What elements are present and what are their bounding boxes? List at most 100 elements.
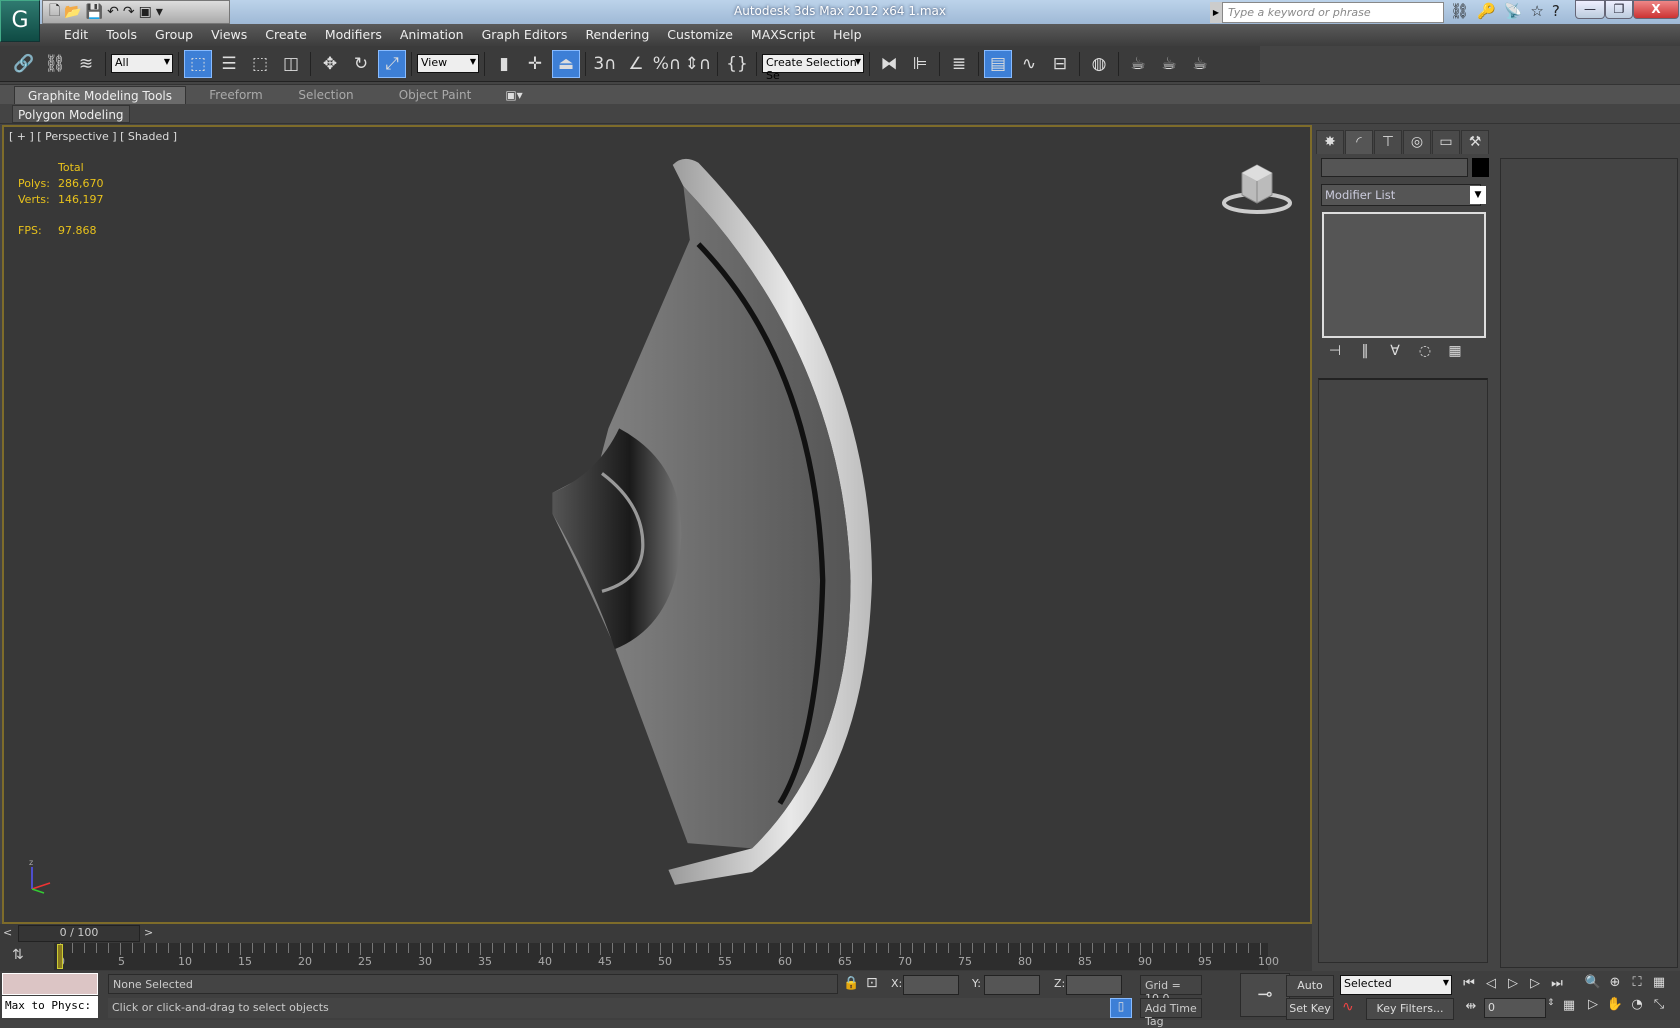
star-icon[interactable]: ☆ xyxy=(1530,2,1543,20)
dropdown-icon[interactable]: ▾ xyxy=(156,4,163,20)
set-key-icon[interactable]: ⊸ xyxy=(1240,973,1290,1017)
restore-button[interactable]: ❐ xyxy=(1605,0,1633,19)
satellite-icon[interactable]: 📡 xyxy=(1504,2,1523,20)
reference-coordinate-dropdown[interactable]: View xyxy=(417,54,479,73)
object-color-swatch[interactable] xyxy=(1472,158,1489,177)
bind-spacewarp-icon[interactable]: ≋ xyxy=(72,50,100,78)
current-frame-marker[interactable] xyxy=(57,944,63,969)
undo-icon[interactable]: ↶ xyxy=(107,4,119,20)
viewcube-icon[interactable] xyxy=(1222,159,1292,215)
key-icon[interactable]: 🔑 xyxy=(1477,2,1496,20)
window-crossing-icon[interactable]: ◫ xyxy=(277,50,305,78)
show-end-result-icon[interactable]: ‖ xyxy=(1354,343,1376,359)
viewport-label[interactable]: [ + ] [ Perspective ] [ Shaded ] xyxy=(9,130,177,143)
modifier-list-dropdown[interactable]: Modifier List ▼ xyxy=(1321,184,1486,206)
remove-modifier-icon[interactable]: ◌ xyxy=(1414,343,1436,359)
maxscript-listener-color[interactable] xyxy=(2,973,98,995)
object-name-field[interactable] xyxy=(1321,158,1468,177)
goto-start-icon[interactable]: ⏮ xyxy=(1458,976,1480,991)
percent-snap-icon[interactable]: %∩ xyxy=(653,50,682,78)
perspective-viewport[interactable]: [ + ] [ Perspective ] [ Shaded ] Total P… xyxy=(2,125,1312,924)
modifier-stack[interactable] xyxy=(1322,212,1486,338)
rendered-frame-icon[interactable]: ☕ xyxy=(1155,50,1183,78)
menu-create[interactable]: Create xyxy=(256,24,316,46)
app-menu-button[interactable]: G xyxy=(0,0,40,42)
angle-snap-icon[interactable]: ∠ xyxy=(622,50,650,78)
named-selection-set-dropdown[interactable]: Create Selection Se xyxy=(762,54,864,82)
snap-3d-icon[interactable]: 3∩ xyxy=(591,50,619,78)
modify-tab-icon[interactable]: ◜ xyxy=(1345,130,1373,154)
menu-graph-editors[interactable]: Graph Editors xyxy=(473,24,577,46)
scale-icon[interactable]: ⤢ xyxy=(378,49,406,78)
utilities-tab-icon[interactable]: ⚒ xyxy=(1461,130,1489,154)
menu-animation[interactable]: Animation xyxy=(391,24,473,46)
hierarchy-tab-icon[interactable]: ⊤ xyxy=(1374,130,1402,154)
goto-end-icon[interactable]: ⏭ xyxy=(1546,976,1568,991)
lock-icon[interactable]: 🔒 xyxy=(843,976,859,991)
field-of-view-icon[interactable]: ▷ xyxy=(1582,997,1604,1019)
spinner-snap-icon[interactable]: ⇕∩ xyxy=(684,50,712,78)
frame-spinner[interactable]: ⇕ xyxy=(1547,998,1555,1008)
time-tag-icon[interactable]: ▯ xyxy=(1110,998,1132,1018)
selection-filter-dropdown[interactable]: All xyxy=(111,54,173,73)
menu-maxscript[interactable]: MAXScript xyxy=(742,24,824,46)
add-time-tag[interactable]: Add Time Tag xyxy=(1140,998,1202,1028)
link-icon[interactable]: 🔗 xyxy=(10,50,38,78)
menu-views[interactable]: Views xyxy=(202,24,256,46)
search-input[interactable]: Type a keyword or phrase xyxy=(1222,2,1444,23)
menu-tools[interactable]: Tools xyxy=(97,24,146,46)
unlink-icon[interactable]: ⛓ xyxy=(41,50,69,78)
prev-frame-icon[interactable]: ◁ xyxy=(1480,976,1502,991)
track-ruler[interactable]: 0510152025303540455055606570758085909510… xyxy=(54,943,1279,970)
menu-edit[interactable]: Edit xyxy=(55,24,97,46)
next-frame-icon[interactable]: ▷ xyxy=(1524,976,1546,991)
material-editor-icon[interactable]: ◍ xyxy=(1085,50,1113,78)
binoculars-icon[interactable]: ⛓ xyxy=(1450,2,1469,20)
key-mode-toggle-icon[interactable]: ⇹ xyxy=(1460,999,1482,1014)
configure-sets-icon[interactable]: ▦ xyxy=(1444,343,1466,359)
zoom-extents-all-icon[interactable]: ▦ xyxy=(1648,975,1670,997)
tab-graphite-modeling-tools[interactable]: Graphite Modeling Tools xyxy=(14,86,186,105)
menu-group[interactable]: Group xyxy=(146,24,202,46)
select-object-icon[interactable]: ⬚ xyxy=(184,49,212,78)
pin-stack-icon[interactable]: ⊣ xyxy=(1324,343,1346,359)
chevron-down-icon[interactable]: ▼ xyxy=(1470,186,1486,204)
keyboard-shortcut-icon[interactable]: ⏏ xyxy=(552,49,580,78)
maxscript-mini-listener[interactable]: Max to Physc: xyxy=(2,996,98,1018)
render-production-icon[interactable]: ☕ xyxy=(1186,50,1214,78)
tab-selection[interactable]: Selection xyxy=(286,86,366,105)
tab-object-paint[interactable]: Object Paint xyxy=(380,86,490,105)
default-tangent-icon[interactable]: ∿ xyxy=(1342,999,1354,1015)
key-filters-button[interactable]: Key Filters... xyxy=(1366,998,1454,1020)
z-coord-input[interactable] xyxy=(1066,975,1122,995)
schematic-view-icon[interactable]: ⊟ xyxy=(1046,50,1074,78)
next-frame-button[interactable]: > xyxy=(144,926,153,939)
key-mode-dropdown[interactable]: Selected xyxy=(1340,975,1452,995)
expand-search-button[interactable]: ▶ xyxy=(1210,2,1222,23)
play-icon[interactable]: ▷ xyxy=(1502,976,1524,991)
polygon-modeling-panel[interactable]: Polygon Modeling xyxy=(12,105,130,123)
new-file-icon[interactable]: 🗋 xyxy=(49,0,60,24)
render-setup-icon[interactable]: ☕ xyxy=(1124,50,1152,78)
tab-freeform[interactable]: Freeform xyxy=(196,86,276,105)
zoom-all-icon[interactable]: ⊕ xyxy=(1604,975,1626,997)
rotate-icon[interactable]: ↻ xyxy=(347,50,375,78)
save-icon[interactable]: 💾 xyxy=(86,4,103,20)
maximize-viewport-icon[interactable]: ⤡ xyxy=(1648,997,1670,1019)
auto-key-button[interactable]: Auto Key xyxy=(1286,975,1334,1012)
mini-curve-editor-icon[interactable]: ⇅ xyxy=(12,947,24,963)
time-slider[interactable]: < 0 / 100 > xyxy=(0,924,1312,943)
help-icon[interactable]: ? xyxy=(1552,2,1560,20)
minimize-button[interactable]: — xyxy=(1575,0,1605,19)
ribbon-options-icon[interactable]: ▣▾ xyxy=(502,86,526,105)
menu-help[interactable]: Help xyxy=(824,24,871,46)
open-folder-icon[interactable]: 📂 xyxy=(64,4,81,20)
pan-icon[interactable]: ✋ xyxy=(1604,997,1626,1019)
orbit-icon[interactable]: ◔ xyxy=(1626,997,1648,1019)
edit-named-selection-icon[interactable]: {} xyxy=(723,50,751,78)
zoom-icon[interactable]: 🔍 xyxy=(1582,975,1604,997)
graphite-toggle-icon[interactable]: ▤ xyxy=(984,49,1012,78)
curve-editor-icon[interactable]: ∿ xyxy=(1015,50,1043,78)
align-icon[interactable]: ⊫ xyxy=(906,50,934,78)
prev-frame-button[interactable]: < xyxy=(3,926,12,939)
